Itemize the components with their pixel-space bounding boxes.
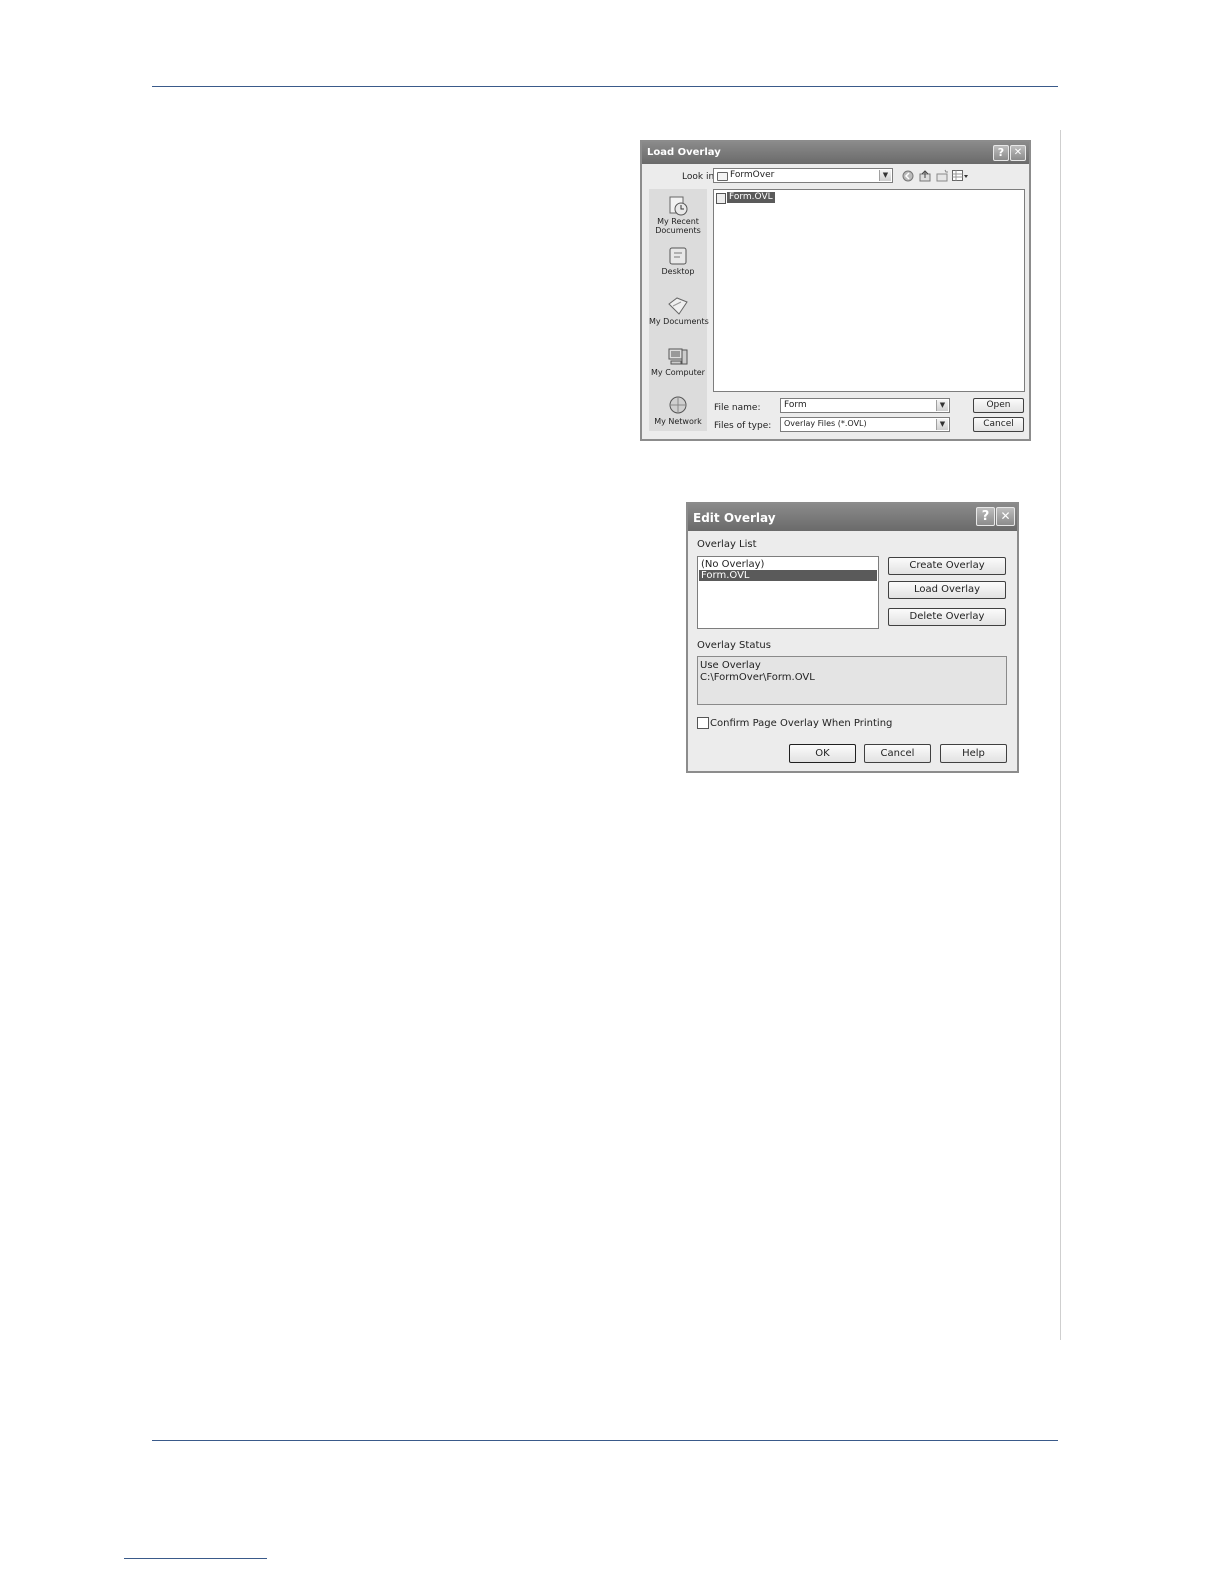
open-button[interactable]: Open xyxy=(973,398,1024,413)
overlay-status-box: Use Overlay C:\FormOver\Form.OVL xyxy=(697,656,1007,705)
ok-button[interactable]: OK xyxy=(789,744,856,763)
chevron-down-icon[interactable]: ▼ xyxy=(936,400,948,411)
place-desktop[interactable]: Desktop xyxy=(649,245,707,285)
folder-icon xyxy=(717,172,728,181)
edit-overlay-title: Edit Overlay xyxy=(693,511,776,525)
place-label: Desktop xyxy=(661,267,695,276)
my-network-icon xyxy=(669,396,687,414)
desktop-icon xyxy=(669,247,687,265)
place-label: My Computer xyxy=(651,368,705,377)
overlay-status-label: Overlay Status xyxy=(697,640,771,651)
my-documents-icon xyxy=(668,297,688,315)
delete-overlay-button[interactable]: Delete Overlay xyxy=(888,608,1006,626)
cancel-button[interactable]: Cancel xyxy=(864,744,931,763)
edit-overlay-dialog: Edit Overlay ? ✕ Overlay List (No Overla… xyxy=(686,502,1019,773)
look-in-value: FormOver xyxy=(730,170,775,180)
load-overlay-titlebar[interactable]: Load Overlay ? ✕ xyxy=(642,142,1029,164)
footer-rule xyxy=(152,1440,1058,1441)
cancel-button-label: Cancel xyxy=(983,419,1014,429)
confirm-checkbox-label[interactable]: Confirm Page Overlay When Printing xyxy=(710,718,892,729)
create-overlay-button[interactable]: Create Overlay xyxy=(888,557,1006,575)
look-in-combo[interactable]: FormOver ▼ xyxy=(713,168,893,183)
close-icon: ✕ xyxy=(1013,147,1023,158)
files-of-type-label: Files of type: xyxy=(714,421,772,431)
place-label: My Documents xyxy=(649,317,709,326)
help-button-label: Help xyxy=(962,748,985,759)
load-overlay-label: Load Overlay xyxy=(913,584,981,595)
place-my-network[interactable]: My Network xyxy=(649,395,707,431)
chevron-down-icon[interactable]: ▼ xyxy=(936,419,948,430)
file-icon xyxy=(716,193,726,204)
help-title-button[interactable]: ? xyxy=(976,507,995,526)
files-of-type-value: Overlay Files (*.OVL) xyxy=(784,419,867,428)
status-line-2: C:\FormOver\Form.OVL xyxy=(700,672,815,683)
header-rule xyxy=(152,86,1058,87)
file-name-label: File name: xyxy=(714,403,761,413)
footer-short-rule xyxy=(124,1558,267,1559)
files-of-type-select[interactable]: Overlay Files (*.OVL) ▼ xyxy=(780,417,950,432)
close-icon: ✕ xyxy=(1000,509,1011,523)
open-button-label: Open xyxy=(986,400,1011,410)
places-bar: My Recent Documents Desktop My Documents… xyxy=(649,189,709,431)
cancel-button[interactable]: Cancel xyxy=(973,417,1024,432)
cancel-button-label: Cancel xyxy=(880,748,915,759)
list-item-selected[interactable]: Form.OVL xyxy=(699,570,877,581)
up-folder-icon[interactable] xyxy=(919,169,932,182)
place-my-computer[interactable]: My Computer xyxy=(649,346,707,386)
file-name-input[interactable]: Form ▼ xyxy=(780,398,950,413)
overlay-list-label: Overlay List xyxy=(697,539,757,550)
side-rule xyxy=(1060,130,1061,1340)
file-name-value: Form xyxy=(784,400,807,410)
delete-overlay-label: Delete Overlay xyxy=(909,611,985,622)
load-overlay-title: Load Overlay xyxy=(647,147,721,158)
place-recent-documents[interactable]: My Recent Documents xyxy=(649,195,707,239)
file-list[interactable]: Form.OVL xyxy=(713,189,1025,392)
edit-overlay-titlebar[interactable]: Edit Overlay ? ✕ xyxy=(688,504,1017,531)
my-computer-icon xyxy=(668,348,688,365)
chevron-down-icon[interactable]: ▼ xyxy=(879,170,891,181)
help-icon: ? xyxy=(981,509,990,524)
status-line-1: Use Overlay xyxy=(700,660,761,671)
recent-documents-icon xyxy=(669,196,688,216)
place-label: My Network xyxy=(654,417,702,426)
place-label: My Recent Documents xyxy=(655,217,701,235)
help-title-button[interactable]: ? xyxy=(993,145,1009,161)
help-icon: ? xyxy=(997,146,1005,159)
close-title-button[interactable]: ✕ xyxy=(1010,145,1026,161)
load-overlay-dialog: Load Overlay ? ✕ Look in: FormOver ▼ My … xyxy=(640,140,1031,441)
ok-button-label: OK xyxy=(815,748,830,759)
file-name: Form.OVL xyxy=(727,192,775,203)
place-my-documents[interactable]: My Documents xyxy=(649,295,709,335)
views-menu-icon[interactable] xyxy=(952,170,969,182)
new-folder-icon[interactable] xyxy=(936,169,949,182)
overlay-listbox[interactable]: (No Overlay) Form.OVL xyxy=(697,556,879,629)
load-overlay-button[interactable]: Load Overlay xyxy=(888,581,1006,599)
create-overlay-label: Create Overlay xyxy=(909,560,985,571)
help-button[interactable]: Help xyxy=(940,744,1007,763)
look-in-label: Look in: xyxy=(682,172,718,182)
close-title-button[interactable]: ✕ xyxy=(996,507,1015,526)
back-icon[interactable] xyxy=(902,170,914,182)
list-item[interactable]: (No Overlay) xyxy=(699,559,877,570)
confirm-checkbox[interactable] xyxy=(697,717,709,729)
